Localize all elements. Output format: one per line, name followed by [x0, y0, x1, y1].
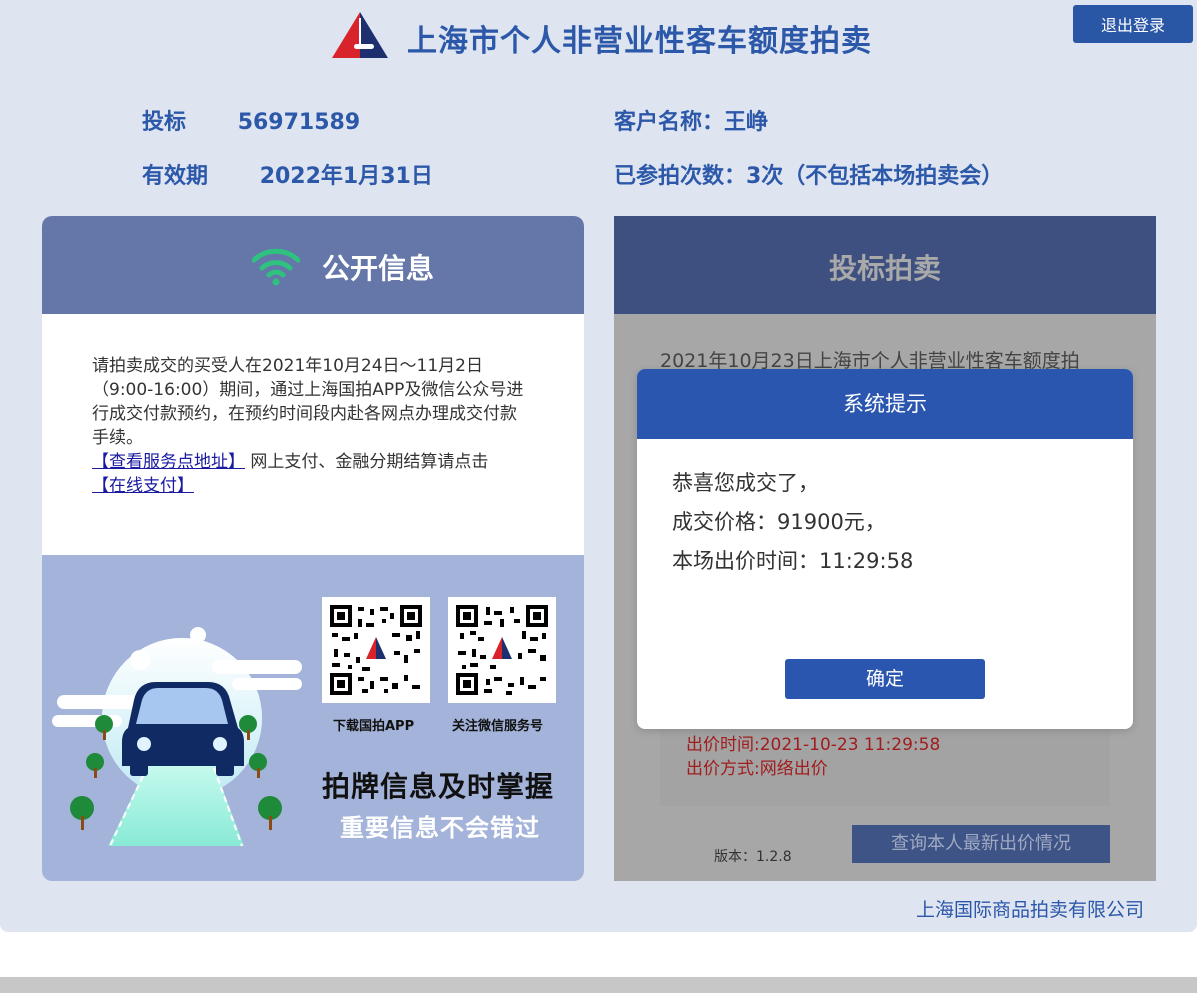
qr-app-label: 下载国拍APP	[333, 719, 415, 734]
dialog-bid-time: 本场出价时间：11:29:58	[672, 549, 914, 573]
wifi-icon	[252, 248, 300, 286]
qr-code-app	[322, 597, 430, 703]
bidding-title: 投标拍卖	[828, 252, 941, 285]
qr-wechat-label: 关注微信服务号	[452, 719, 544, 734]
dialog-congrats: 恭喜您成交了，	[672, 471, 819, 495]
attempt-count: 已参拍次数：3次（不包括本场拍卖会）	[614, 164, 1004, 189]
footer-company: 上海国际商品拍卖有限公司	[916, 899, 1145, 921]
notice-text: 请拍卖成交的买受人在2021年10月24日～11月2日（9:00-16:00）期…	[92, 356, 524, 448]
dialog-price: 成交价格：91900元，	[672, 510, 886, 534]
bidding-header: 投标拍卖	[614, 216, 1156, 314]
qr-code-wechat	[448, 597, 556, 703]
bid-number: 56971589	[237, 110, 361, 135]
bid-label: 投标	[142, 110, 187, 135]
bid-time: 出价时间:2021-10-23 11:29:58	[686, 735, 941, 755]
bottom-scroll-bar	[0, 977, 1197, 993]
customer-name: 客户名称：王峥	[614, 110, 769, 135]
dialog-title: 系统提示	[637, 369, 1133, 439]
notice-text-block: 请拍卖成交的买受人在2021年10月24日～11月2日（9:00-16:00）期…	[92, 354, 532, 498]
valid-date-row: 有效期 2022年1月31日	[142, 158, 433, 190]
bid-number-row: 投标 56971589	[142, 104, 360, 136]
promo-title: 拍牌信息及时掌握	[322, 770, 555, 803]
app-title: 上海市个人非营业性客车额度拍卖	[407, 24, 872, 59]
logout-button[interactable]: 退出登录	[1073, 5, 1193, 43]
public-info-title: 公开信息	[322, 252, 435, 285]
header: 上海市个人非营业性客车额度拍卖 退出登录	[0, 0, 1197, 72]
public-info-panel: 公开信息 请拍卖成交的买受人在2021年10月24日～11月2日（9:00-16…	[42, 216, 584, 881]
public-info-header: 公开信息	[42, 216, 584, 314]
car-illustration	[52, 627, 302, 847]
confirm-button[interactable]: 确定	[785, 659, 985, 699]
promo-banner: 下载国拍APP 关注微信服务号 拍牌信息及时掌握 重要信息不会错过	[42, 555, 584, 881]
bid-method: 出价方式:网络出价	[686, 759, 828, 779]
query-latest-bid-button[interactable]: 查询本人最新出价情况	[852, 825, 1110, 863]
system-prompt-dialog: 系统提示 恭喜您成交了， 成交价格：91900元， 本场出价时间：11:29:5…	[637, 369, 1133, 729]
bid-info-box: 出价时间:2021-10-23 11:29:58 出价方式:网络出价	[660, 716, 1110, 806]
version-label: 版本：1.2.8	[714, 849, 792, 865]
page-background: 上海市个人非营业性客车额度拍卖 退出登录 投标 56971589 有效期 202…	[0, 0, 1197, 932]
logo-icon	[332, 12, 388, 58]
online-pay-link[interactable]: 【在线支付】	[92, 476, 194, 496]
valid-label: 有效期	[142, 164, 209, 189]
service-address-link[interactable]: 【查看服务点地址】	[92, 452, 245, 472]
online-pay-text: 网上支付、金融分期结算请点击	[245, 452, 489, 472]
promo-subtitle: 重要信息不会错过	[340, 814, 540, 842]
valid-date: 2022年1月31日	[259, 164, 433, 189]
